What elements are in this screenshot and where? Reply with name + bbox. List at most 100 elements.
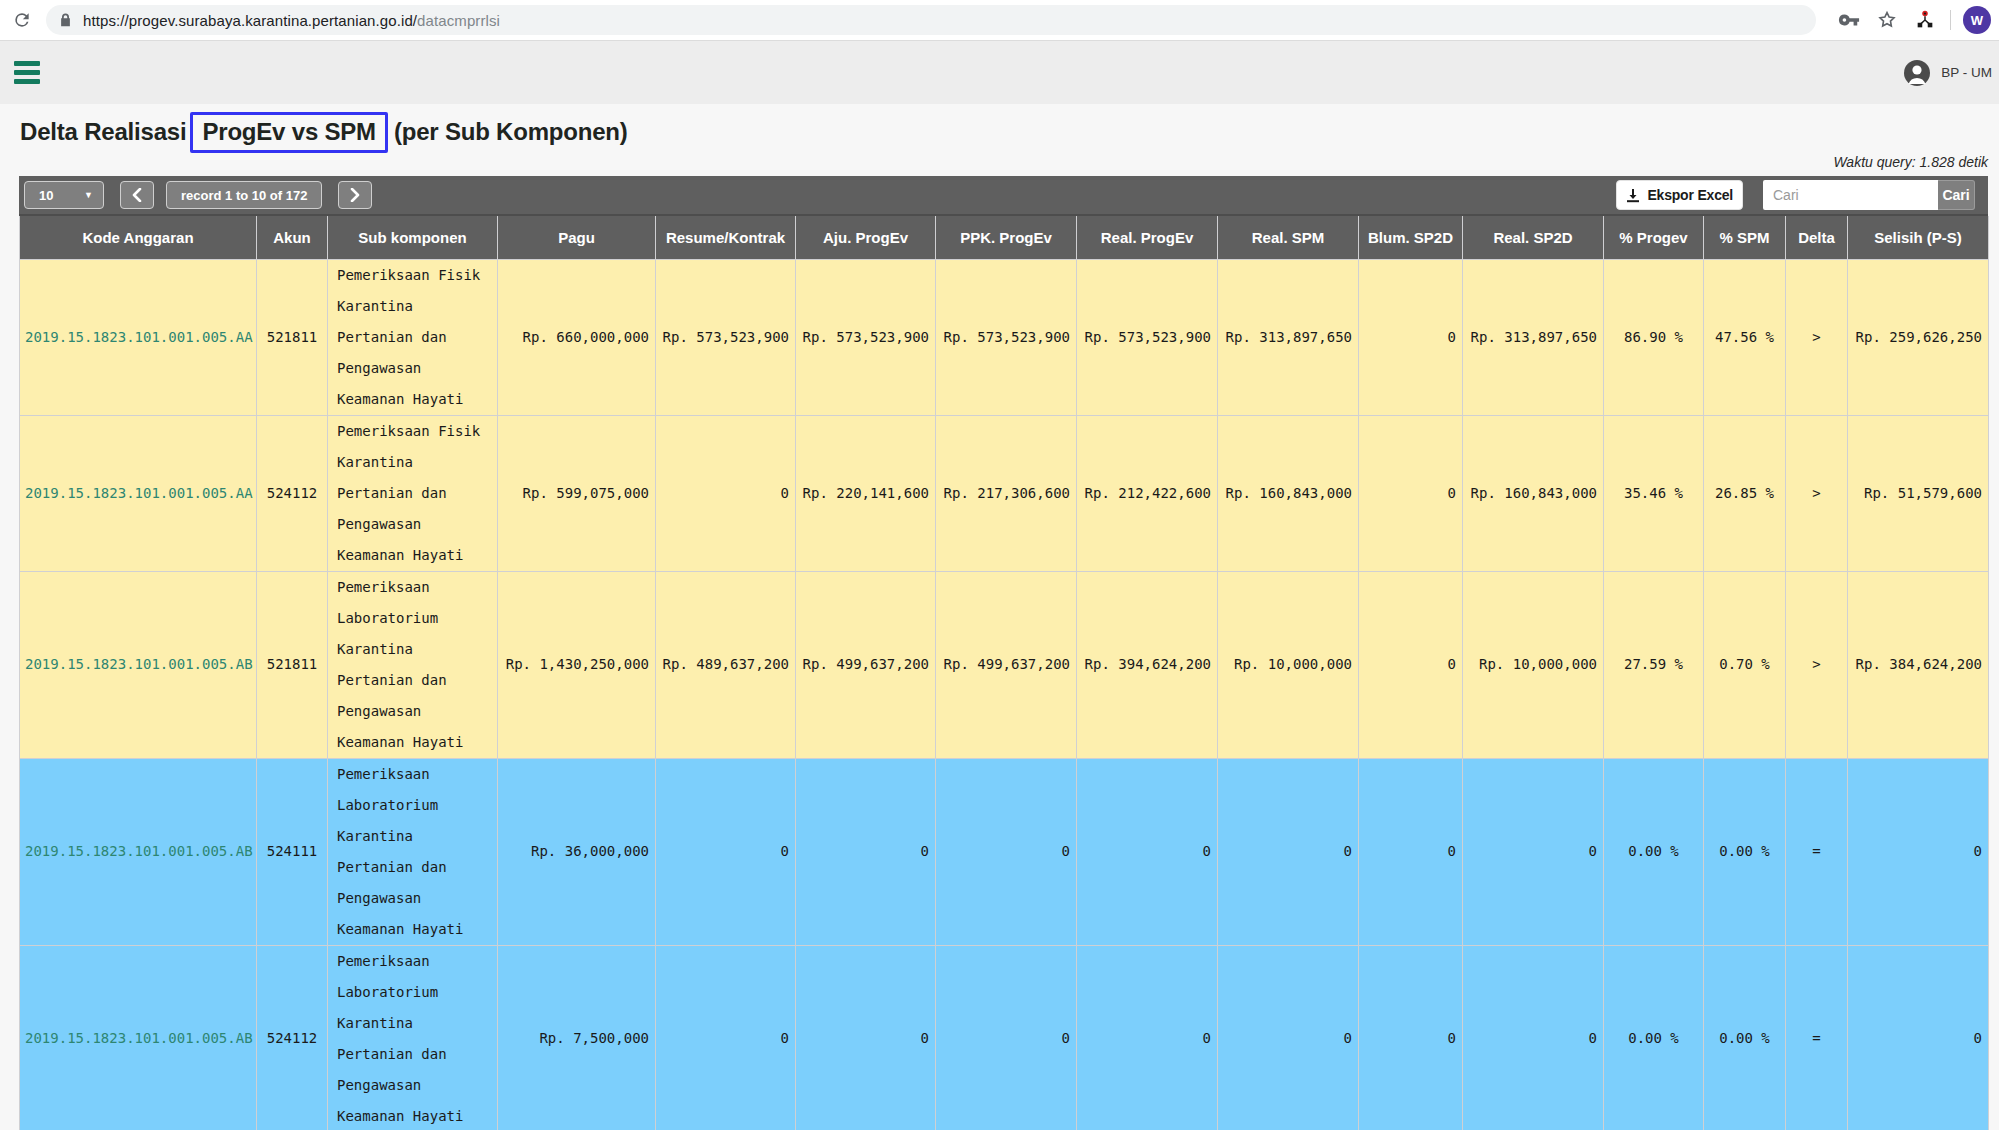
cell-real_sp2d-4: 0 bbox=[1463, 758, 1604, 945]
search-button[interactable]: Cari bbox=[1938, 180, 1975, 210]
cell-ppk-4: 0 bbox=[936, 758, 1077, 945]
cell-ppk-5: 0 bbox=[936, 945, 1077, 1130]
col-header-sub: Sub komponen bbox=[328, 216, 498, 259]
cell-kode-2[interactable]: 2019.15.1823.101.001.005.AA bbox=[20, 415, 257, 571]
cell-delta-3: > bbox=[1786, 571, 1848, 758]
cell-selisih-1: Rp. 259,626,250 bbox=[1848, 259, 1989, 415]
cell-selisih-5: 0 bbox=[1848, 945, 1989, 1130]
cell-selisih-2: Rp. 51,579,600 bbox=[1848, 415, 1989, 571]
key-icon[interactable] bbox=[1838, 9, 1860, 31]
cell-real_progev-5: 0 bbox=[1077, 945, 1218, 1130]
chevron-left-icon bbox=[132, 188, 142, 202]
extension-icon[interactable] bbox=[1914, 9, 1936, 31]
cell-ppk-3: Rp. 499,637,200 bbox=[936, 571, 1077, 758]
cell-pct_progev-4: 0.00 % bbox=[1604, 758, 1704, 945]
bookmark-star-icon[interactable] bbox=[1876, 9, 1898, 31]
col-header-pagu: Pagu bbox=[498, 216, 656, 259]
cell-sub-1: Pemeriksaan Fisik Karantina Pertanian da… bbox=[328, 259, 498, 415]
menu-icon[interactable] bbox=[14, 59, 40, 86]
cell-real_progev-4: 0 bbox=[1077, 758, 1218, 945]
table-row-4: 2019.15.1823.101.001.005.AB524111Pemerik… bbox=[20, 758, 1989, 945]
download-icon bbox=[1626, 188, 1640, 203]
cell-pagu-1: Rp. 660,000,000 bbox=[498, 259, 656, 415]
cell-resume-2: 0 bbox=[656, 415, 796, 571]
col-header-ppk: PPK. ProgEv bbox=[936, 216, 1077, 259]
cell-pagu-5: Rp. 7,500,000 bbox=[498, 945, 656, 1130]
cell-resume-1: Rp. 573,523,900 bbox=[656, 259, 796, 415]
query-time: Waktu query: 1.828 detik bbox=[19, 154, 1988, 174]
cell-real_sp2d-3: Rp. 10,000,000 bbox=[1463, 571, 1604, 758]
select-caret-icon: ▼ bbox=[84, 190, 93, 200]
cell-blum_sp2d-3: 0 bbox=[1359, 571, 1463, 758]
cell-resume-4: 0 bbox=[656, 758, 796, 945]
col-header-selisih: Selisih (P-S) bbox=[1848, 216, 1989, 259]
cell-pct_progev-2: 35.46 % bbox=[1604, 415, 1704, 571]
cell-real_spm-4: 0 bbox=[1218, 758, 1359, 945]
cell-kode-5[interactable]: 2019.15.1823.101.001.005.AB bbox=[20, 945, 257, 1130]
table-body: 2019.15.1823.101.001.005.AA521811Pemerik… bbox=[20, 259, 1989, 1130]
cell-blum_sp2d-5: 0 bbox=[1359, 945, 1463, 1130]
cell-aju-2: Rp. 220,141,600 bbox=[796, 415, 936, 571]
col-header-real_spm: Real. SPM bbox=[1218, 216, 1359, 259]
cell-ppk-1: Rp. 573,523,900 bbox=[936, 259, 1077, 415]
cell-aju-1: Rp. 573,523,900 bbox=[796, 259, 936, 415]
table-row-1: 2019.15.1823.101.001.005.AA521811Pemerik… bbox=[20, 259, 1989, 415]
cell-real_sp2d-5: 0 bbox=[1463, 945, 1604, 1130]
browser-chrome: https://progev.surabaya.karantina.pertan… bbox=[0, 0, 1999, 41]
user-label: BP - UM bbox=[1941, 65, 1992, 80]
col-header-real_sp2d: Real. SP2D bbox=[1463, 216, 1604, 259]
cell-resume-3: Rp. 489,637,200 bbox=[656, 571, 796, 758]
table-toolbar: 10▼ record 1 to 10 of 172 Ekspor Excel C… bbox=[19, 176, 1988, 216]
col-header-resume: Resume/Kontrak bbox=[656, 216, 796, 259]
cell-akun-2: 524112 bbox=[257, 415, 328, 571]
cell-real_spm-5: 0 bbox=[1218, 945, 1359, 1130]
cell-sub-2: Pemeriksaan Fisik Karantina Pertanian da… bbox=[328, 415, 498, 571]
cell-akun-1: 521811 bbox=[257, 259, 328, 415]
table-row-2: 2019.15.1823.101.001.005.AA524112Pemerik… bbox=[20, 415, 1989, 571]
cell-real_sp2d-2: Rp. 160,843,000 bbox=[1463, 415, 1604, 571]
browser-profile-avatar[interactable]: W bbox=[1963, 6, 1991, 34]
cell-aju-5: 0 bbox=[796, 945, 936, 1130]
url-bar[interactable]: https://progev.surabaya.karantina.pertan… bbox=[46, 5, 1816, 35]
cell-selisih-3: Rp. 384,624,200 bbox=[1848, 571, 1989, 758]
export-excel-button[interactable]: Ekspor Excel bbox=[1616, 180, 1743, 210]
url-text: https://progev.surabaya.karantina.pertan… bbox=[83, 12, 500, 29]
cell-pct_spm-1: 47.56 % bbox=[1704, 259, 1786, 415]
cell-delta-1: > bbox=[1786, 259, 1848, 415]
cell-pct_spm-4: 0.00 % bbox=[1704, 758, 1786, 945]
col-header-kode: Kode Anggaran bbox=[20, 216, 257, 259]
cell-aju-3: Rp. 499,637,200 bbox=[796, 571, 936, 758]
cell-delta-4: = bbox=[1786, 758, 1848, 945]
cell-real_sp2d-1: Rp. 313,897,650 bbox=[1463, 259, 1604, 415]
cell-kode-3[interactable]: 2019.15.1823.101.001.005.AB bbox=[20, 571, 257, 758]
cell-resume-5: 0 bbox=[656, 945, 796, 1130]
search-input[interactable] bbox=[1763, 180, 1938, 210]
next-page-button[interactable] bbox=[338, 181, 372, 209]
cell-akun-5: 524112 bbox=[257, 945, 328, 1130]
cell-sub-3: Pemeriksaan Laboratorium Karantina Perta… bbox=[328, 571, 498, 758]
cell-akun-3: 521811 bbox=[257, 571, 328, 758]
cell-kode-4[interactable]: 2019.15.1823.101.001.005.AB bbox=[20, 758, 257, 945]
page-size-select[interactable]: 10▼ bbox=[24, 181, 104, 209]
col-header-blum_sp2d: Blum. SP2D bbox=[1359, 216, 1463, 259]
cell-pagu-2: Rp. 599,075,000 bbox=[498, 415, 656, 571]
page-title: Delta RealisasiProgEv vs SPM(per Sub Kom… bbox=[20, 112, 1988, 152]
cell-delta-5: = bbox=[1786, 945, 1848, 1130]
chevron-right-icon bbox=[350, 188, 360, 202]
toolbar-separator bbox=[1950, 10, 1951, 30]
cell-pagu-4: Rp. 36,000,000 bbox=[498, 758, 656, 945]
cell-blum_sp2d-1: 0 bbox=[1359, 259, 1463, 415]
cell-real_spm-2: Rp. 160,843,000 bbox=[1218, 415, 1359, 571]
cell-pct_progev-5: 0.00 % bbox=[1604, 945, 1704, 1130]
data-table: Kode AnggaranAkunSub komponenPaguResume/… bbox=[19, 216, 1989, 1130]
cell-ppk-2: Rp. 217,306,600 bbox=[936, 415, 1077, 571]
table-header-row: Kode AnggaranAkunSub komponenPaguResume/… bbox=[20, 216, 1989, 259]
col-header-akun: Akun bbox=[257, 216, 328, 259]
prev-page-button[interactable] bbox=[120, 181, 154, 209]
cell-selisih-4: 0 bbox=[1848, 758, 1989, 945]
reload-icon[interactable] bbox=[12, 10, 32, 30]
cell-pct_spm-3: 0.70 % bbox=[1704, 571, 1786, 758]
cell-kode-1[interactable]: 2019.15.1823.101.001.005.AA bbox=[20, 259, 257, 415]
user-menu[interactable]: BP - UM bbox=[1903, 59, 1992, 87]
cell-sub-4: Pemeriksaan Laboratorium Karantina Perta… bbox=[328, 758, 498, 945]
